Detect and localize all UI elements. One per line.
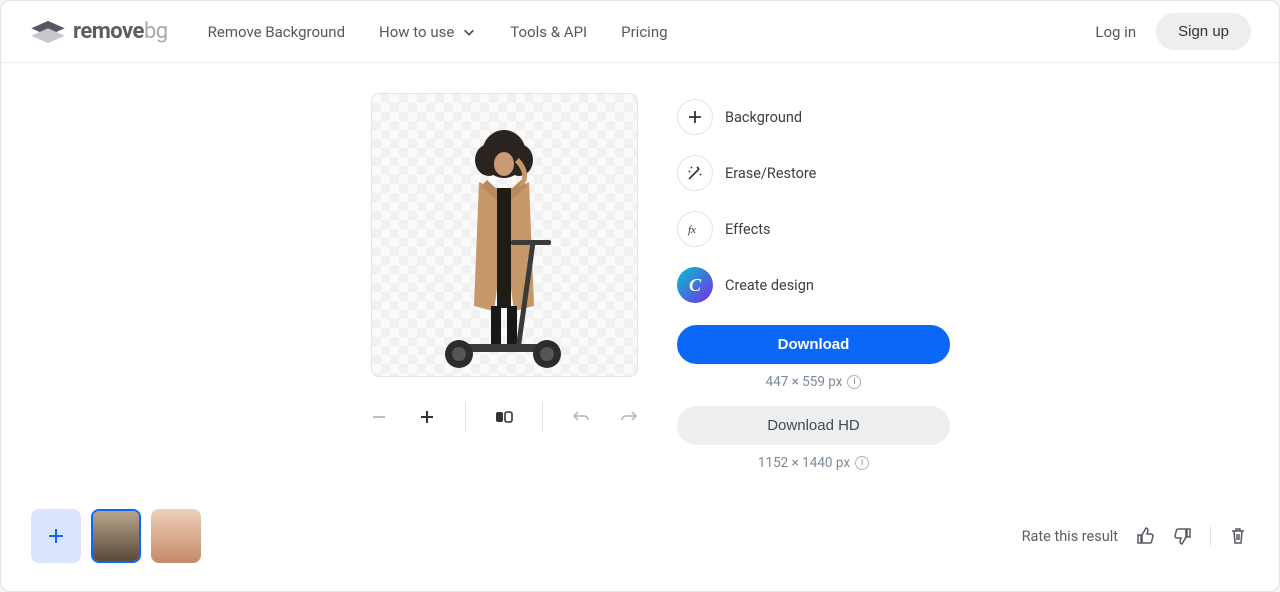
tool-label: Create design xyxy=(725,277,814,294)
thumbnail-strip xyxy=(31,509,201,563)
nav: Remove Background How to use Tools & API… xyxy=(208,23,668,41)
header: removebg Remove Background How to use To… xyxy=(1,1,1279,63)
tool-label: Effects xyxy=(725,221,771,238)
logo-mark-icon xyxy=(29,19,67,45)
compare-icon xyxy=(495,408,513,426)
download-buttons: Download 447 × 559 px i Download HD 1152… xyxy=(677,325,950,471)
info-icon[interactable]: i xyxy=(855,456,869,470)
undo-icon xyxy=(572,408,590,426)
plus-circle-icon xyxy=(677,99,713,135)
redo-icon xyxy=(620,408,638,426)
svg-text:fx: fx xyxy=(688,224,696,236)
nav-remove-background[interactable]: Remove Background xyxy=(208,23,345,41)
tools-column: Background Erase/Restore fx Effects C Cr… xyxy=(677,93,950,487)
download-hd-dimensions: 1152 × 1440 px i xyxy=(677,455,950,471)
thumbs-up-button[interactable] xyxy=(1134,525,1156,547)
add-image-button[interactable] xyxy=(31,509,81,563)
chevron-down-icon xyxy=(462,25,476,39)
login-link[interactable]: Log in xyxy=(1095,23,1136,41)
tool-erase-restore[interactable]: Erase/Restore xyxy=(677,155,950,191)
redo-button[interactable] xyxy=(611,399,647,435)
wand-icon xyxy=(677,155,713,191)
rate-label: Rate this result xyxy=(1022,528,1118,545)
canva-icon: C xyxy=(677,267,713,303)
logo-text: removebg xyxy=(73,19,168,44)
logo[interactable]: removebg xyxy=(29,19,168,45)
download-dimensions: 447 × 559 px i xyxy=(677,374,950,390)
trash-icon xyxy=(1228,526,1248,546)
compare-button[interactable] xyxy=(486,399,522,435)
thumbnail-2[interactable] xyxy=(151,509,201,563)
footer-separator xyxy=(1210,526,1211,546)
header-right: Log in Sign up xyxy=(1095,13,1251,50)
subject-image xyxy=(419,126,589,376)
thumbs-down-icon xyxy=(1173,526,1193,546)
toolbar-separator xyxy=(542,402,543,432)
thumbs-down-button[interactable] xyxy=(1172,525,1194,547)
plus-icon xyxy=(47,527,65,545)
download-button[interactable]: Download xyxy=(677,325,950,364)
footer-right: Rate this result xyxy=(1022,525,1249,547)
toolbar-separator xyxy=(465,402,466,432)
footer: Rate this result xyxy=(31,509,1249,563)
nav-tools-api[interactable]: Tools & API xyxy=(510,23,587,41)
tool-label: Background xyxy=(725,109,802,126)
main: Background Erase/Restore fx Effects C Cr… xyxy=(1,63,1279,487)
thumbs-up-icon xyxy=(1135,526,1155,546)
zoom-out-button[interactable] xyxy=(361,399,397,435)
zoom-in-button[interactable] xyxy=(409,399,445,435)
minus-icon xyxy=(371,409,387,425)
info-icon[interactable]: i xyxy=(847,375,861,389)
fx-icon: fx xyxy=(677,211,713,247)
signup-button[interactable]: Sign up xyxy=(1156,13,1251,50)
tool-background[interactable]: Background xyxy=(677,99,950,135)
tool-label: Erase/Restore xyxy=(725,165,816,182)
thumbnail-1[interactable] xyxy=(91,509,141,563)
undo-button[interactable] xyxy=(563,399,599,435)
nav-how-to-use[interactable]: How to use xyxy=(379,23,476,41)
image-preview[interactable] xyxy=(371,93,638,377)
tool-effects[interactable]: fx Effects xyxy=(677,211,950,247)
nav-pricing[interactable]: Pricing xyxy=(621,23,667,41)
plus-icon xyxy=(419,409,435,425)
tool-create-design[interactable]: C Create design xyxy=(677,267,950,303)
preview-column xyxy=(361,93,647,487)
delete-button[interactable] xyxy=(1227,525,1249,547)
download-hd-button[interactable]: Download HD xyxy=(677,406,950,445)
preview-toolbar xyxy=(361,399,647,435)
